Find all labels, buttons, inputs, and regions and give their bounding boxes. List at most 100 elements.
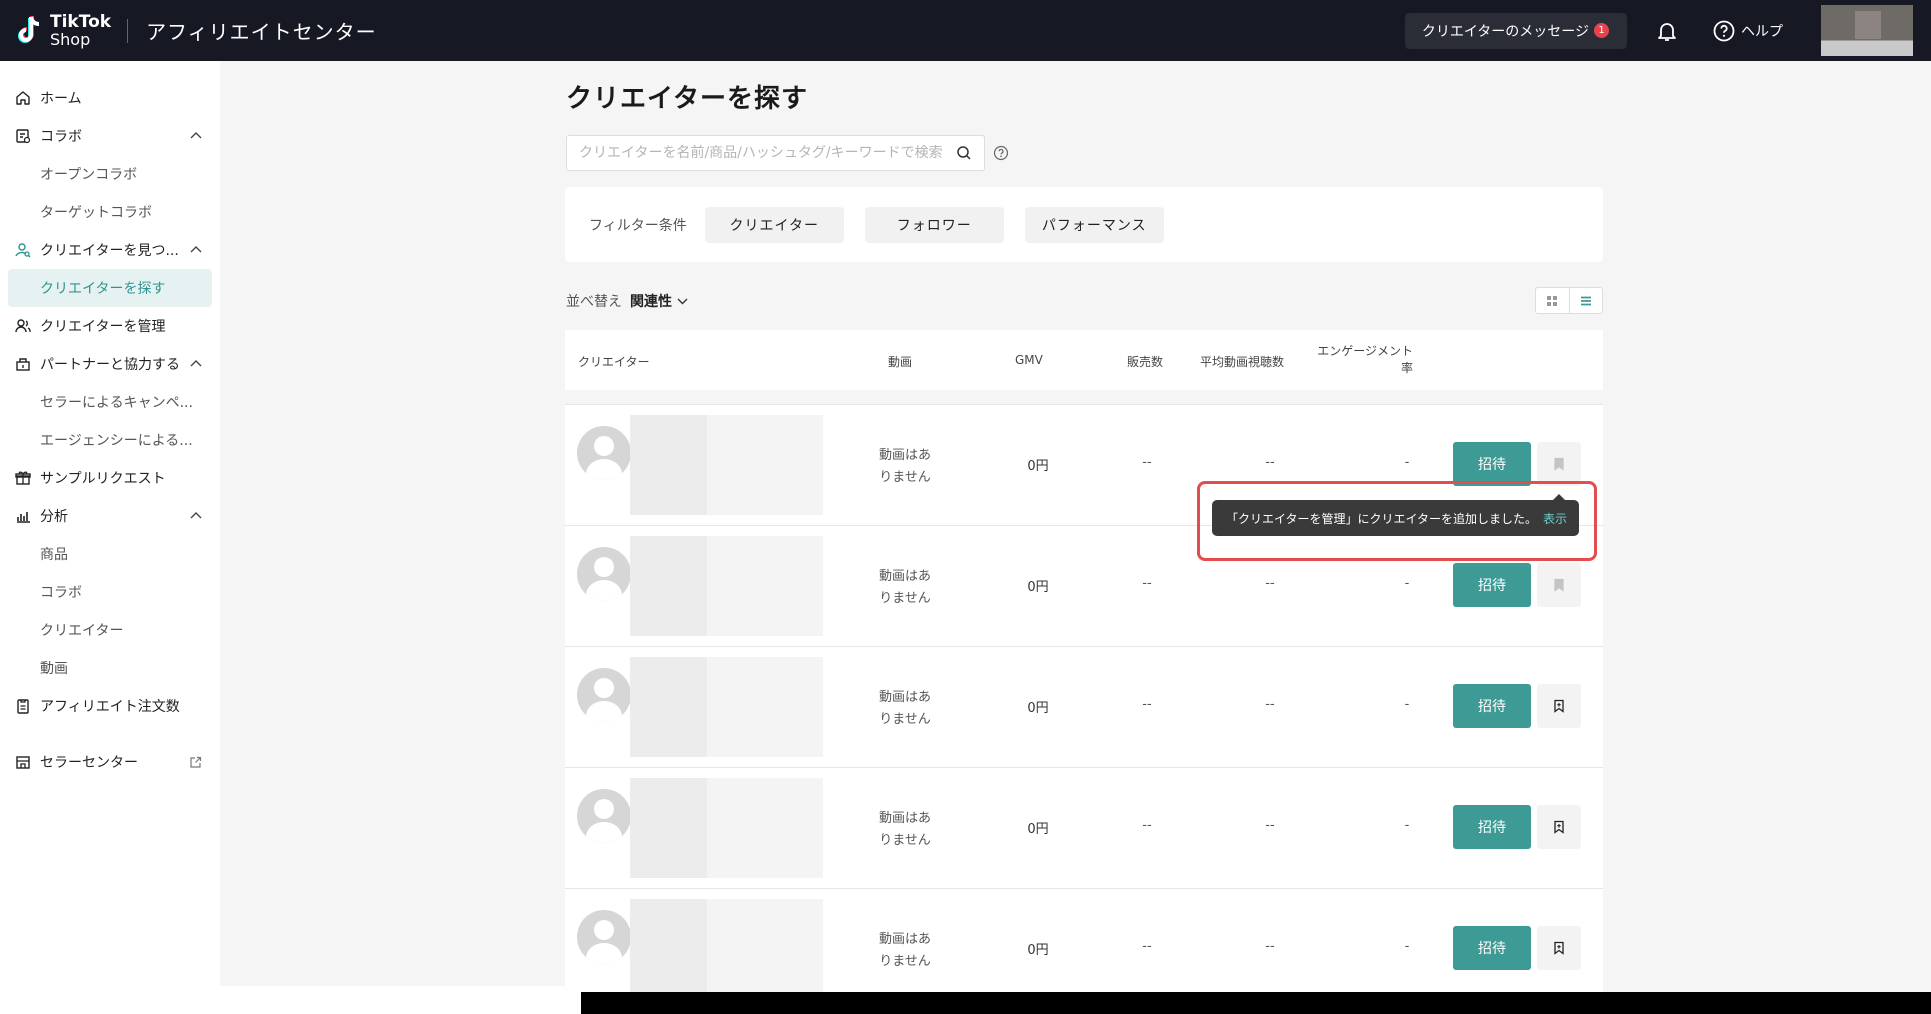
table-row: 動画はあ りません 0円 -- -- - 招待 — [565, 646, 1603, 767]
invite-button[interactable]: 招待 — [1453, 926, 1531, 970]
sidebar-item-seller-center[interactable]: セラーセンター — [0, 743, 220, 781]
invite-button[interactable]: 招待 — [1453, 805, 1531, 849]
sidebar-item-partners[interactable]: パートナーと協力する — [0, 345, 220, 383]
sales-cell: -- — [1142, 939, 1152, 954]
sidebar-item-manage-creators[interactable]: クリエイターを管理 — [0, 307, 220, 345]
creator-info-redacted — [630, 899, 823, 999]
gift-icon — [15, 471, 31, 485]
bottom-bar — [581, 992, 1931, 1014]
grid-icon — [1547, 295, 1558, 306]
invite-button[interactable]: 招待 — [1453, 442, 1531, 486]
sidebar-item-analytics[interactable]: 分析 — [0, 497, 220, 535]
bookmark-icon — [1554, 699, 1564, 713]
logo-text: TikTok Shop — [50, 11, 112, 48]
gmv-cell: 0円 — [1027, 701, 1049, 716]
question-icon[interactable] — [993, 145, 1009, 161]
bookmark-button[interactable] — [1537, 805, 1581, 849]
chevron-down-icon — [677, 298, 688, 305]
filter-creator-button[interactable]: クリエイター — [704, 206, 844, 243]
bottom-strip — [0, 986, 581, 1014]
filter-performance-button[interactable]: パフォーマンス — [1024, 206, 1164, 243]
avg-views-cell: -- — [1265, 576, 1275, 591]
sidebar-item-label: アフィリエイト注文数 — [40, 699, 180, 715]
sidebar-item-analytics-collab[interactable]: コラボ — [0, 573, 220, 611]
sidebar-item-analytics-products[interactable]: 商品 — [0, 535, 220, 573]
toast-message: 「クリエイターを管理」にクリエイターを追加しました。 — [1226, 511, 1538, 526]
sidebar-item-label: エージェンシーによる... — [40, 433, 193, 449]
sidebar-item-affiliate-orders[interactable]: アフィリエイト注文数 — [0, 687, 220, 725]
sidebar-item-seller-campaigns[interactable]: セラーによるキャンペ... — [0, 383, 220, 421]
partner-icon — [16, 358, 30, 371]
engagement-cell: - — [1404, 939, 1410, 954]
sidebar-item-label: クリエイターを管理 — [40, 319, 166, 335]
creator-avatar[interactable] — [577, 426, 631, 480]
sidebar-item-label: 分析 — [40, 509, 68, 525]
home-icon — [16, 91, 30, 105]
engagement-cell: - — [1404, 697, 1410, 712]
search-icon[interactable] — [956, 145, 972, 161]
sidebar-item-open-collab[interactable]: オープンコラボ — [0, 155, 220, 193]
bookmark-button[interactable] — [1537, 926, 1581, 970]
gmv-cell: 0円 — [1027, 943, 1049, 958]
help-label: ヘルプ — [1741, 23, 1783, 40]
sidebar-item-sample-requests[interactable]: サンプルリクエスト — [0, 459, 220, 497]
bookmark-button[interactable] — [1537, 563, 1581, 607]
sales-cell: -- — [1142, 818, 1152, 833]
toast-view-link[interactable]: 表示 — [1543, 510, 1567, 527]
creator-avatar[interactable] — [577, 910, 631, 964]
sidebar-item-label: サンプルリクエスト — [40, 471, 166, 487]
avg-views-cell: -- — [1265, 939, 1275, 954]
video-text-line2: りません — [879, 833, 931, 848]
engagement-cell: - — [1404, 576, 1410, 591]
sidebar-item-home[interactable]: ホーム — [0, 79, 220, 117]
chevron-up-icon — [190, 512, 202, 519]
sort-dropdown[interactable]: 並べ替え 関連性 — [566, 291, 688, 311]
creator-avatar[interactable] — [577, 789, 631, 843]
bookmark-button[interactable] — [1537, 684, 1581, 728]
creator-info-redacted — [630, 657, 823, 757]
creator-messages-label: クリエイターのメッセージ — [1421, 23, 1589, 40]
tiktok-shop-logo[interactable]: TikTok Shop — [14, 11, 112, 48]
sidebar-item-collab[interactable]: コラボ — [0, 117, 220, 155]
external-link-icon — [190, 756, 202, 768]
bell-icon[interactable] — [1655, 19, 1679, 43]
sidebar-item-label: コラボ — [40, 585, 82, 601]
invite-button[interactable]: 招待 — [1453, 684, 1531, 728]
sidebar-item-analytics-creators[interactable]: クリエイター — [0, 611, 220, 649]
search-input[interactable] — [579, 145, 948, 161]
creator-info-redacted — [630, 415, 823, 515]
header-video: 動画 — [888, 355, 913, 369]
creator-info-redacted — [630, 778, 823, 878]
bookmark-button[interactable] — [1537, 442, 1581, 486]
sidebar-item-label: クリエイター — [40, 623, 124, 639]
creator-messages-button[interactable]: クリエイターのメッセージ 1 — [1404, 12, 1627, 49]
filter-follower-button[interactable]: フォロワー — [864, 206, 1004, 243]
help-button[interactable]: ヘルプ — [1713, 20, 1783, 42]
creator-avatar[interactable] — [577, 547, 631, 601]
logo-line1: TikTok — [50, 11, 112, 32]
tiktok-logo-icon — [18, 15, 40, 43]
sales-cell: -- — [1142, 576, 1152, 591]
filter-panel: フィルター条件 クリエイター フォロワー パフォーマンス — [565, 187, 1603, 262]
avg-views-cell: -- — [1265, 455, 1275, 470]
video-cell: 動画はあ りません — [865, 445, 945, 489]
sidebar-item-analytics-videos[interactable]: 動画 — [0, 649, 220, 687]
account-avatar[interactable] — [1821, 5, 1913, 56]
sidebar-item-label: 商品 — [40, 547, 68, 563]
store-icon — [16, 756, 30, 769]
creator-avatar[interactable] — [577, 668, 631, 722]
sidebar-item-target-collab[interactable]: ターゲットコラボ — [0, 193, 220, 231]
invite-button[interactable]: 招待 — [1453, 563, 1531, 607]
sales-cell: -- — [1142, 455, 1152, 470]
sidebar-item-find-creators-group[interactable]: クリエイターを見つ... — [0, 231, 220, 269]
sidebar-item-agency[interactable]: エージェンシーによる... — [0, 421, 220, 459]
engagement-cell: - — [1404, 455, 1410, 470]
header-actions: クリエイターのメッセージ 1 ヘルプ — [1404, 0, 1931, 61]
avg-views-cell: -- — [1265, 818, 1275, 833]
grid-view-button[interactable] — [1536, 288, 1569, 313]
orders-icon — [17, 699, 29, 714]
video-text-line2: りません — [879, 954, 931, 969]
chevron-up-icon — [190, 360, 202, 367]
sidebar-item-find-creators[interactable]: クリエイターを探す — [8, 269, 212, 307]
list-view-button[interactable] — [1568, 288, 1603, 313]
